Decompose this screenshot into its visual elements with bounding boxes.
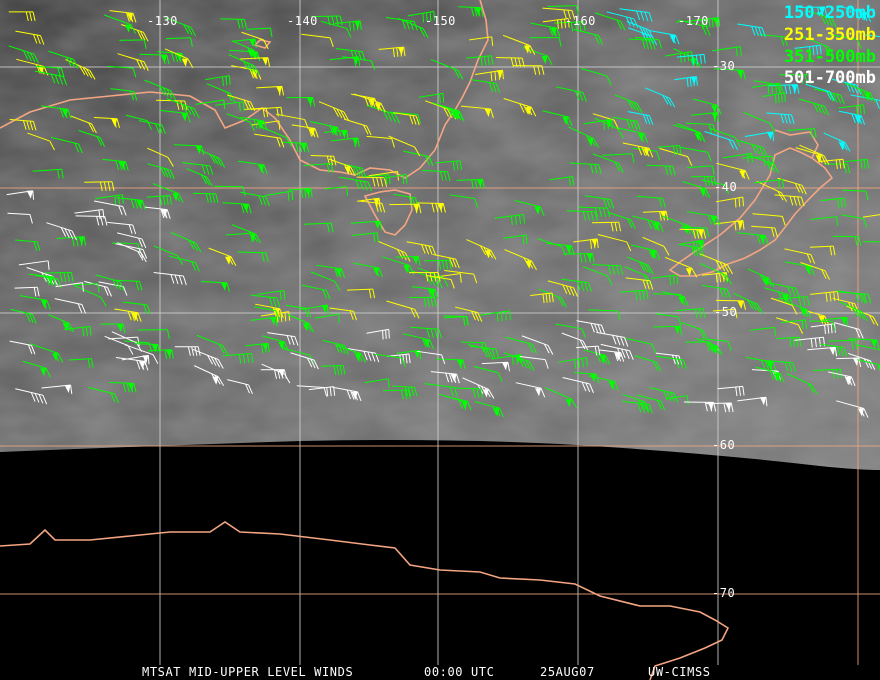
satellite-wind-map: -130 -140 -150 -160 -170 -30 -40 -50 -60… — [0, 0, 880, 680]
coastline-antarctica — [0, 521, 730, 680]
caption-date: 25AUG07 — [540, 665, 595, 679]
lat-label: -70 — [712, 586, 736, 600]
legend-351-500mb: 351-500mb — [783, 47, 876, 67]
lat-label: -40 — [714, 180, 738, 194]
lon-label: -150 — [425, 14, 456, 28]
legend-150-250mb: 150-250mb — [783, 3, 876, 23]
lon-label: -130 — [147, 14, 178, 28]
legend-251-350mb: 251-350mb — [783, 25, 876, 45]
lon-label: -140 — [287, 14, 318, 28]
caption-time: 00:00 UTC — [424, 665, 495, 679]
caption-title: MTSAT MID-UPPER LEVEL WINDS — [142, 665, 354, 679]
lon-label: -170 — [678, 14, 709, 28]
lon-label: -160 — [565, 14, 596, 28]
caption-credit: UW-CIMSS — [648, 665, 711, 679]
lat-label: -60 — [712, 438, 736, 452]
lat-label: -50 — [714, 305, 738, 319]
map-canvas — [0, 0, 880, 680]
lat-label: -30 — [712, 59, 736, 73]
legend-501-700mb: 501-700mb — [783, 68, 876, 88]
